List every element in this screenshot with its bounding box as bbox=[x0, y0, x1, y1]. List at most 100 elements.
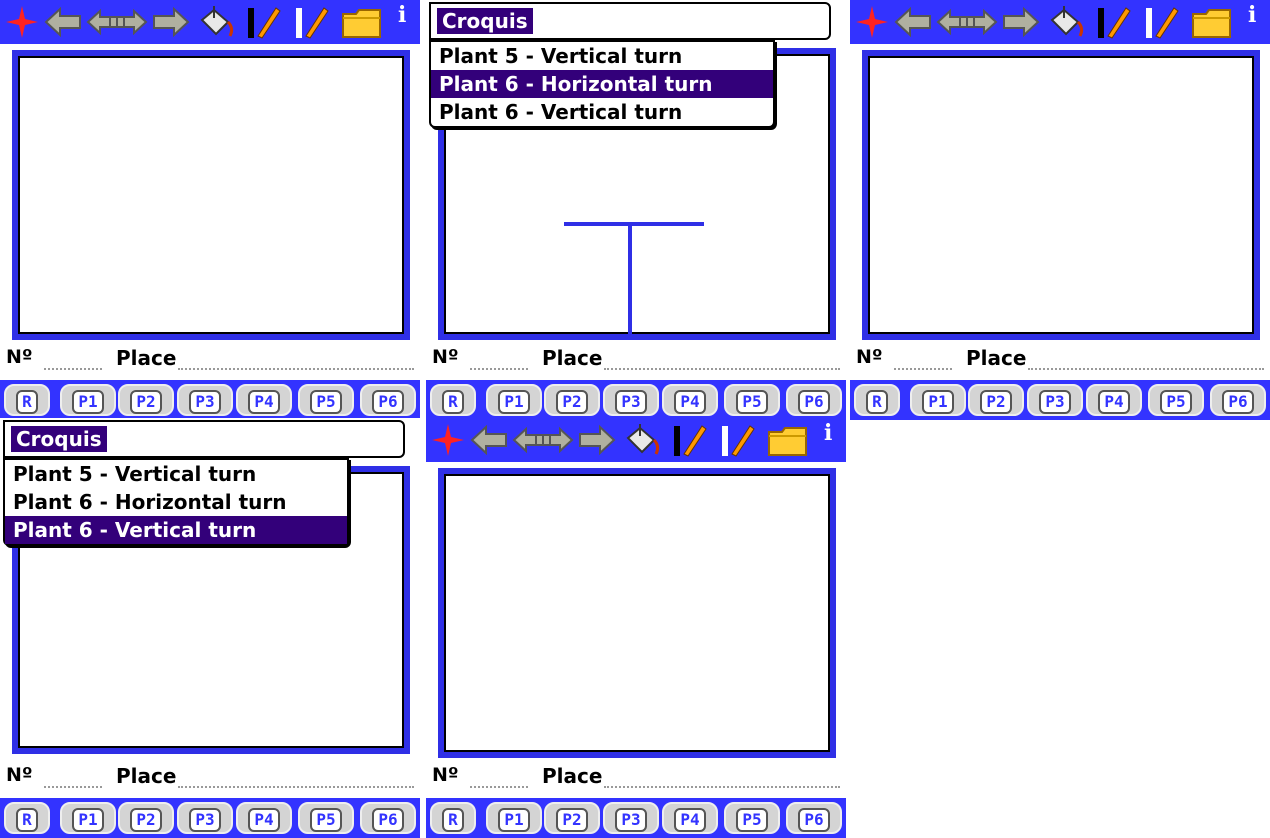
tab-p4[interactable]: P4 bbox=[662, 802, 718, 834]
tab-p5[interactable]: P5 bbox=[298, 802, 354, 834]
forward-arrow-icon[interactable] bbox=[152, 4, 190, 40]
place-field[interactable] bbox=[178, 786, 414, 788]
plant-tabs: R P1 P2 P3 P4 P5 P6 bbox=[426, 798, 846, 838]
close-icon[interactable] bbox=[854, 4, 890, 40]
info-icon[interactable]: i bbox=[398, 2, 406, 28]
tab-p6[interactable]: P6 bbox=[360, 384, 416, 416]
form-fields: Nº Place bbox=[426, 758, 846, 794]
place-label: Place bbox=[116, 346, 177, 370]
forward-arrow-icon[interactable] bbox=[578, 422, 616, 458]
paint-bucket-icon[interactable] bbox=[1046, 4, 1086, 40]
menu-item-plant6-vertical[interactable]: Plant 6 - Vertical turn bbox=[5, 516, 347, 544]
number-field[interactable] bbox=[470, 368, 528, 370]
tab-p2[interactable]: P2 bbox=[544, 384, 600, 416]
pencil-white-icon[interactable] bbox=[1142, 4, 1182, 40]
tab-p1[interactable]: P1 bbox=[486, 384, 542, 416]
menu-item-plant5-vertical[interactable]: Plant 5 - Vertical turn bbox=[431, 42, 773, 70]
place-field[interactable] bbox=[1028, 368, 1264, 370]
tab-p1[interactable]: P1 bbox=[486, 802, 542, 834]
tab-p2[interactable]: P2 bbox=[968, 384, 1024, 416]
screen-2: Croquis Plant 5 - Vertical turn Plant 6 … bbox=[426, 0, 846, 420]
folder-icon[interactable] bbox=[766, 422, 810, 458]
tab-p5[interactable]: P5 bbox=[298, 384, 354, 416]
tab-p5[interactable]: P5 bbox=[724, 384, 780, 416]
tab-p3[interactable]: P3 bbox=[177, 802, 233, 834]
tab-r[interactable]: R bbox=[430, 802, 476, 834]
place-label: Place bbox=[966, 346, 1027, 370]
pencil-black-icon[interactable] bbox=[670, 422, 710, 458]
tab-p3[interactable]: P3 bbox=[603, 802, 659, 834]
number-field[interactable] bbox=[44, 368, 102, 370]
number-field[interactable] bbox=[894, 368, 952, 370]
tab-p6[interactable]: P6 bbox=[786, 384, 842, 416]
menu-item-plant6-horizontal[interactable]: Plant 6 - Horizontal turn bbox=[5, 488, 347, 516]
tab-p3[interactable]: P3 bbox=[177, 384, 233, 416]
menu-item-plant5-vertical[interactable]: Plant 5 - Vertical turn bbox=[5, 460, 347, 488]
paint-bucket-icon[interactable] bbox=[622, 422, 662, 458]
pencil-white-icon[interactable] bbox=[292, 4, 332, 40]
place-field[interactable] bbox=[604, 368, 840, 370]
number-field[interactable] bbox=[44, 786, 102, 788]
tab-p1[interactable]: P1 bbox=[910, 384, 966, 416]
menu-title[interactable]: Croquis bbox=[11, 426, 107, 452]
menu-bar[interactable]: Croquis bbox=[429, 2, 831, 40]
tab-r[interactable]: R bbox=[430, 384, 476, 416]
folder-icon[interactable] bbox=[340, 4, 384, 40]
pencil-white-icon[interactable] bbox=[718, 422, 758, 458]
screen-1: i Nº Place R P1 P2 P3 P4 P5 P6 bbox=[0, 0, 420, 420]
sketch-canvas[interactable] bbox=[12, 50, 410, 340]
number-field[interactable] bbox=[470, 786, 528, 788]
sketch-dropdown: Plant 5 - Vertical turn Plant 6 - Horizo… bbox=[429, 40, 775, 128]
pan-arrows-icon[interactable] bbox=[86, 4, 148, 40]
info-icon[interactable]: i bbox=[824, 420, 832, 446]
pencil-black-icon[interactable] bbox=[1094, 4, 1134, 40]
close-icon[interactable] bbox=[4, 4, 40, 40]
number-label: Nº bbox=[6, 346, 33, 368]
tab-p6[interactable]: P6 bbox=[1210, 384, 1266, 416]
form-fields: Nº Place bbox=[0, 758, 420, 794]
place-field[interactable] bbox=[604, 786, 840, 788]
tab-p4[interactable]: P4 bbox=[236, 802, 292, 834]
plant-tabs: R P1 P2 P3 P4 P5 P6 bbox=[0, 380, 420, 420]
back-arrow-icon[interactable] bbox=[894, 4, 932, 40]
tab-p5[interactable]: P5 bbox=[724, 802, 780, 834]
tab-r[interactable]: R bbox=[4, 802, 50, 834]
plant-tabs: R P1 P2 P3 P4 P5 P6 bbox=[426, 380, 846, 420]
pan-arrows-icon[interactable] bbox=[512, 422, 574, 458]
place-label: Place bbox=[116, 764, 177, 788]
tab-p4[interactable]: P4 bbox=[662, 384, 718, 416]
menu-item-plant6-vertical[interactable]: Plant 6 - Vertical turn bbox=[431, 98, 773, 126]
back-arrow-icon[interactable] bbox=[44, 4, 82, 40]
sketch-canvas[interactable] bbox=[438, 468, 836, 758]
tab-p4[interactable]: P4 bbox=[1086, 384, 1142, 416]
tab-p2[interactable]: P2 bbox=[118, 384, 174, 416]
form-fields: Nº Place bbox=[0, 340, 420, 376]
pencil-black-icon[interactable] bbox=[244, 4, 284, 40]
tab-p1[interactable]: P1 bbox=[60, 802, 116, 834]
close-icon[interactable] bbox=[430, 422, 466, 458]
menu-bar[interactable]: Croquis bbox=[3, 420, 405, 458]
menu-item-plant6-horizontal[interactable]: Plant 6 - Horizontal turn bbox=[431, 70, 773, 98]
tab-p3[interactable]: P3 bbox=[1027, 384, 1083, 416]
back-arrow-icon[interactable] bbox=[470, 422, 508, 458]
tab-p3[interactable]: P3 bbox=[603, 384, 659, 416]
tab-p2[interactable]: P2 bbox=[544, 802, 600, 834]
tab-p4[interactable]: P4 bbox=[236, 384, 292, 416]
tab-p2[interactable]: P2 bbox=[118, 802, 174, 834]
folder-icon[interactable] bbox=[1190, 4, 1234, 40]
tab-r[interactable]: R bbox=[854, 384, 900, 416]
tab-p6[interactable]: P6 bbox=[786, 802, 842, 834]
place-field[interactable] bbox=[178, 368, 414, 370]
forward-arrow-icon[interactable] bbox=[1002, 4, 1040, 40]
tab-r[interactable]: R bbox=[4, 384, 50, 416]
info-icon[interactable]: i bbox=[1248, 2, 1256, 28]
tab-p6[interactable]: P6 bbox=[360, 802, 416, 834]
plant-tabs: R P1 P2 P3 P4 P5 P6 bbox=[0, 798, 420, 838]
tab-p1[interactable]: P1 bbox=[60, 384, 116, 416]
screen-3: i Nº Place R P1 P2 P3 P4 P5 P6 bbox=[850, 0, 1270, 420]
tab-p5[interactable]: P5 bbox=[1148, 384, 1204, 416]
sketch-canvas[interactable] bbox=[862, 50, 1260, 340]
pan-arrows-icon[interactable] bbox=[936, 4, 998, 40]
menu-title[interactable]: Croquis bbox=[437, 8, 533, 34]
paint-bucket-icon[interactable] bbox=[196, 4, 236, 40]
